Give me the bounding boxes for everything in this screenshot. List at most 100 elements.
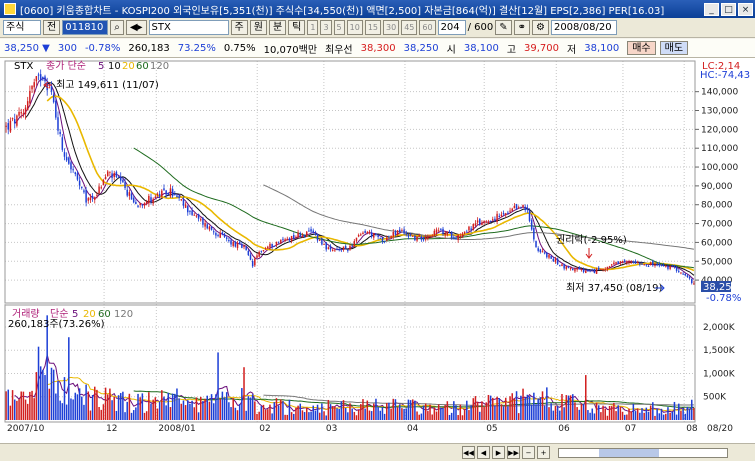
tab-week[interactable]: 주 bbox=[230, 20, 248, 35]
legend-ma60: 60 bbox=[136, 61, 149, 72]
candle-body bbox=[338, 249, 340, 251]
volume-tick-label: 2,000K bbox=[703, 323, 736, 333]
minute-15[interactable]: 15 bbox=[364, 20, 381, 35]
volume-bar bbox=[511, 393, 513, 420]
candle-body bbox=[26, 101, 29, 111]
candle-body bbox=[50, 85, 53, 92]
volume-bar bbox=[466, 400, 468, 420]
minute-45[interactable]: 45 bbox=[401, 20, 418, 35]
volume-bar bbox=[552, 410, 555, 420]
candle-body bbox=[221, 232, 224, 235]
candle-body bbox=[344, 246, 347, 249]
volume-bar bbox=[565, 395, 568, 420]
volume-bar bbox=[204, 398, 206, 420]
minute-1[interactable]: 1 bbox=[307, 20, 319, 35]
minimize-button[interactable]: _ bbox=[704, 2, 719, 16]
volume-bar bbox=[119, 393, 122, 420]
volume-bar bbox=[115, 410, 118, 420]
zoom-out-icon[interactable]: − bbox=[522, 446, 535, 459]
close-button[interactable]: × bbox=[738, 2, 753, 16]
next-page-icon[interactable]: ▶ bbox=[492, 446, 505, 459]
candle-body bbox=[145, 201, 148, 204]
candle-body bbox=[16, 115, 18, 126]
candle-body bbox=[96, 194, 98, 196]
speaker-icon[interactable]: ◀▸ bbox=[125, 20, 147, 35]
candle-body bbox=[35, 76, 38, 82]
low-label: 저 bbox=[567, 44, 577, 56]
prev-page-icon[interactable]: ◀ bbox=[477, 446, 490, 459]
volume-bar bbox=[124, 412, 126, 420]
search-icon[interactable]: ⌕ bbox=[110, 20, 124, 35]
count-input[interactable]: 204 bbox=[437, 20, 466, 35]
last-page-icon[interactable]: ▶▶ bbox=[507, 446, 520, 459]
candle-body bbox=[617, 261, 619, 264]
candle-body bbox=[463, 231, 466, 234]
volume-bar bbox=[232, 398, 234, 420]
candle-body bbox=[686, 275, 689, 278]
prefix-button[interactable]: 전 bbox=[43, 20, 61, 35]
volume-bar bbox=[418, 414, 420, 420]
link-icon[interactable]: ⚭ bbox=[513, 20, 530, 35]
volume-bar bbox=[217, 352, 219, 420]
settings-icon[interactable]: ⚙ bbox=[531, 20, 549, 35]
tool-icon[interactable]: ✎ bbox=[495, 20, 512, 35]
candle-body bbox=[297, 232, 299, 238]
candle-body bbox=[61, 137, 64, 150]
candle-body bbox=[275, 241, 278, 246]
volume-bar bbox=[280, 399, 282, 420]
volume-bar bbox=[13, 399, 16, 420]
tab-month[interactable]: 원 bbox=[249, 20, 267, 35]
tab-tick[interactable]: 틱 bbox=[288, 20, 306, 35]
candle-body bbox=[608, 266, 611, 268]
volume-bar bbox=[373, 403, 375, 420]
scroll-bar[interactable] bbox=[558, 447, 728, 458]
last-pct-label: -0.78% bbox=[706, 293, 741, 304]
date-input[interactable]: 2008/08/20 bbox=[550, 20, 617, 35]
candle-body bbox=[44, 76, 46, 82]
sell-button[interactable]: 매도 bbox=[659, 41, 689, 55]
volume-bar bbox=[416, 411, 418, 420]
volume-bar bbox=[669, 412, 671, 420]
stock-name-field[interactable]: STX bbox=[148, 20, 229, 35]
volume-bar bbox=[448, 414, 451, 420]
candle-body bbox=[606, 266, 609, 270]
volume-bar bbox=[174, 393, 176, 420]
candle-body bbox=[262, 250, 265, 252]
volume-bar bbox=[258, 411, 260, 420]
volume-bar bbox=[225, 392, 228, 420]
candle-body bbox=[195, 215, 198, 217]
volume-tick-label: 500K bbox=[703, 393, 727, 403]
code-input[interactable]: 011810 bbox=[62, 20, 109, 35]
toolbar: 주식 전 011810 ⌕ ◀▸ STX 주 원 분 틱 1 3 5 10 15… bbox=[0, 18, 755, 38]
minute-10[interactable]: 10 bbox=[346, 20, 363, 35]
minute-5[interactable]: 5 bbox=[333, 20, 345, 35]
volume-bar bbox=[673, 401, 676, 420]
volume-bar bbox=[431, 414, 433, 420]
volume-bar bbox=[208, 401, 211, 420]
minute-3[interactable]: 3 bbox=[320, 20, 332, 35]
stock-chart[interactable]: 140,000 130,000 120,000 110,000 100,000 90,00… bbox=[0, 58, 755, 443]
volume-bar bbox=[504, 397, 507, 420]
volume-bar bbox=[230, 407, 232, 420]
candle-body bbox=[301, 235, 304, 237]
minute-30[interactable]: 30 bbox=[383, 20, 400, 35]
first-page-icon[interactable]: ◀◀ bbox=[462, 446, 475, 459]
volume-bar bbox=[262, 404, 265, 420]
volume-bar bbox=[254, 401, 256, 420]
volume-bar bbox=[284, 414, 286, 420]
buy-button[interactable]: 매수 bbox=[627, 41, 656, 55]
tab-minute[interactable]: 분 bbox=[268, 20, 287, 35]
market-select[interactable]: 주식 bbox=[3, 20, 41, 35]
volume-bar bbox=[331, 406, 334, 420]
candle-body bbox=[619, 261, 622, 264]
volume-bar bbox=[340, 401, 343, 420]
maximize-button[interactable]: □ bbox=[721, 2, 736, 16]
minute-60[interactable]: 60 bbox=[419, 20, 436, 35]
candle-body bbox=[251, 261, 254, 267]
volume-bar bbox=[619, 406, 622, 420]
volume-bar bbox=[442, 407, 444, 420]
candle-body bbox=[316, 233, 319, 241]
scroll-thumb[interactable] bbox=[599, 448, 659, 457]
volume-bar bbox=[308, 412, 310, 420]
zoom-in-icon[interactable]: + bbox=[537, 446, 550, 459]
